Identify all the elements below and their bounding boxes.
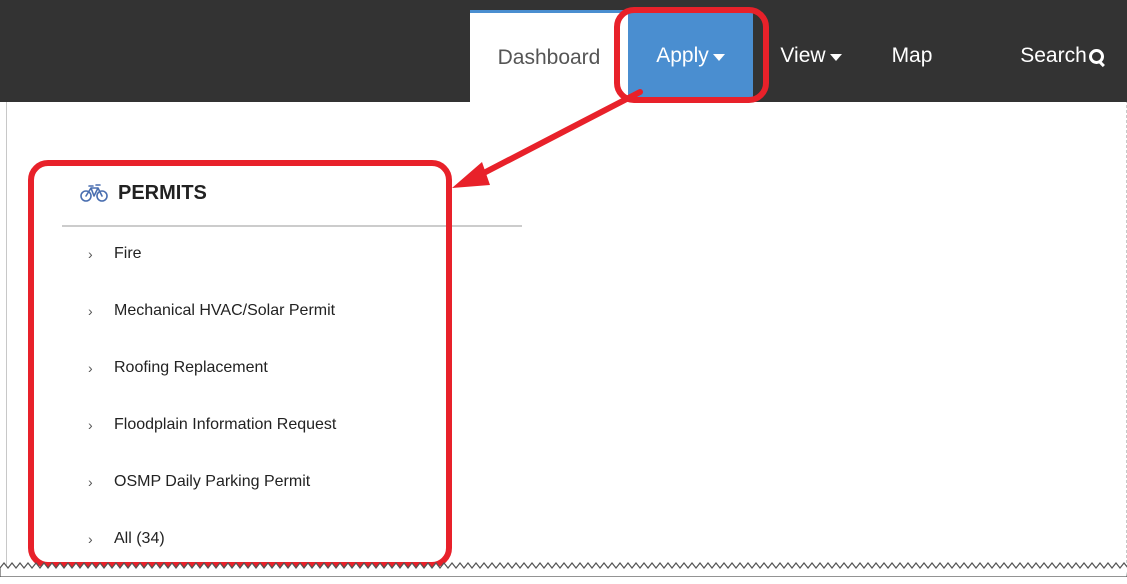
divider	[62, 225, 522, 227]
nav-apply-dropdown[interactable]: Apply	[628, 10, 753, 102]
chevron-right-icon: ›	[88, 360, 93, 376]
permit-list: › Fire › Mechanical HVAC/Solar Permit › …	[88, 242, 336, 584]
nav-apply-label: Apply	[656, 44, 709, 67]
permit-item-label: Roofing Replacement	[114, 359, 268, 376]
chevron-right-icon: ›	[88, 531, 93, 547]
top-navbar: Dashboard Apply View Map Search	[0, 0, 1127, 102]
chevron-right-icon: ›	[88, 417, 93, 433]
permit-item-osmp-parking[interactable]: › OSMP Daily Parking Permit	[88, 470, 336, 527]
permits-title: PERMITS	[118, 181, 207, 204]
nav-map[interactable]: Map	[878, 10, 946, 102]
nav-dashboard[interactable]: Dashboard	[470, 10, 628, 102]
caret-down-icon	[829, 53, 842, 61]
permit-item-fire[interactable]: › Fire	[88, 242, 336, 299]
nav-search[interactable]: Search	[1008, 10, 1118, 102]
nav-view-label: View	[780, 44, 826, 67]
permit-item-mechanical-hvac-solar[interactable]: › Mechanical HVAC/Solar Permit	[88, 299, 336, 356]
chevron-right-icon: ›	[88, 303, 93, 319]
permit-item-all[interactable]: › All (34)	[88, 527, 336, 584]
nav-dashboard-label: Dashboard	[497, 45, 601, 69]
permit-item-label: All (34)	[114, 530, 165, 547]
search-icon	[1088, 48, 1106, 66]
permits-header: PERMITS	[80, 176, 207, 210]
chevron-right-icon: ›	[88, 246, 93, 262]
nav-map-label: Map	[891, 44, 933, 67]
permit-item-label: Mechanical HVAC/Solar Permit	[114, 302, 336, 319]
permit-item-label: Fire	[114, 245, 142, 262]
permit-item-label: Floodplain Information Request	[114, 416, 337, 433]
nav-search-label: Search	[1020, 44, 1087, 67]
nav-view-dropdown[interactable]: View	[770, 10, 852, 102]
permit-item-floodplain-information[interactable]: › Floodplain Information Request	[88, 413, 336, 470]
caret-down-icon	[712, 53, 725, 61]
bicycle-icon	[80, 184, 108, 202]
chevron-right-icon: ›	[88, 474, 93, 490]
permit-item-roofing-replacement[interactable]: › Roofing Replacement	[88, 356, 336, 413]
permit-item-label: OSMP Daily Parking Permit	[114, 473, 311, 490]
